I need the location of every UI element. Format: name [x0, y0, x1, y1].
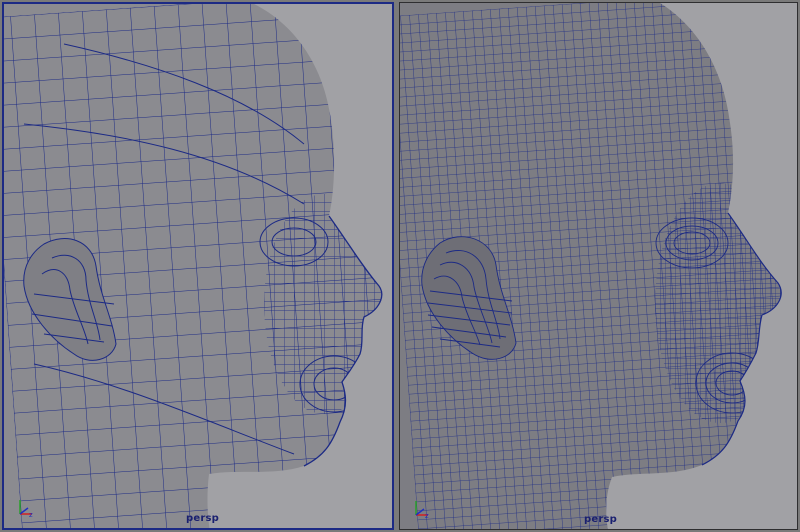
camera-label: persp: [584, 514, 617, 525]
axis-gizmo-icon: z: [415, 501, 429, 519]
viewport-persp-left[interactable]: z persp: [2, 2, 394, 530]
axis-z-label: z: [425, 512, 429, 519]
axis-z-label: z: [29, 511, 33, 518]
viewport-persp-right[interactable]: z persp: [399, 2, 798, 530]
head-mesh-high-res[interactable]: [400, 3, 798, 530]
camera-label: persp: [186, 513, 219, 524]
axis-gizmo-icon: z: [19, 500, 33, 518]
head-mesh-low-res[interactable]: [4, 4, 394, 530]
